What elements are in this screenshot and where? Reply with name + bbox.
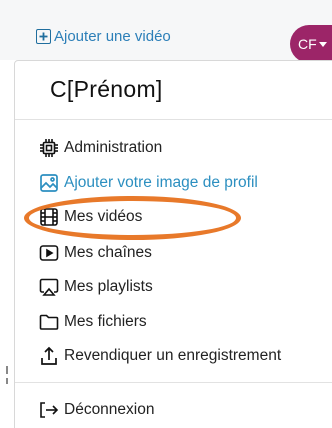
image-icon: [38, 172, 60, 194]
menu-item-my-videos[interactable]: Mes vidéos: [38, 204, 142, 230]
page-left-edge: [0, 60, 14, 428]
menu-item-logout[interactable]: Déconnexion: [38, 397, 154, 423]
menu-item-label: Mes chaînes: [64, 244, 152, 261]
add-video-button[interactable]: Ajouter une vidéo: [36, 28, 171, 45]
screenshot-root: Ajouter une vidéo CF C[Prénom] Administr…: [0, 0, 332, 428]
edge-fragment: [6, 366, 8, 374]
avatar-initials: CF: [298, 36, 317, 52]
plus-box-icon: [36, 29, 51, 44]
menu-item-my-channels[interactable]: Mes chaînes: [38, 240, 152, 266]
menu-item-add-profile-image[interactable]: Ajouter votre image de profil: [38, 170, 258, 196]
caret-down-icon: [318, 41, 327, 47]
chip-icon: [38, 137, 60, 159]
top-bar: Ajouter une vidéo CF: [0, 0, 332, 63]
play-box-icon: [38, 242, 60, 264]
upload-icon: [38, 345, 60, 367]
menu-divider: [15, 119, 332, 120]
logout-icon: [38, 399, 60, 421]
menu-item-administration[interactable]: Administration: [38, 135, 162, 161]
menu-item-label: Revendiquer un enregistrement: [64, 347, 282, 364]
menu-item-my-playlists[interactable]: Mes playlists: [38, 274, 153, 300]
menu-item-label: Mes vidéos: [64, 208, 143, 225]
user-avatar-button[interactable]: CF: [290, 25, 332, 63]
menu-item-label: Ajouter votre image de profil: [64, 174, 258, 191]
menu-item-label: Administration: [64, 139, 163, 156]
film-icon: [38, 206, 60, 228]
airplay-icon: [38, 276, 60, 298]
menu-item-label: Mes playlists: [64, 278, 153, 295]
menu-item-label: Déconnexion: [64, 401, 155, 418]
menu-divider: [15, 382, 332, 383]
menu-item-label: Mes fichiers: [64, 313, 147, 330]
edge-fragment: [6, 378, 8, 384]
user-name: C[Prénom]: [50, 76, 163, 102]
folder-icon: [38, 311, 60, 333]
menu-item-claim-recording[interactable]: Revendiquer un enregistrement: [38, 343, 281, 369]
add-video-label: Ajouter une vidéo: [54, 28, 171, 45]
menu-item-my-files[interactable]: Mes fichiers: [38, 309, 147, 335]
